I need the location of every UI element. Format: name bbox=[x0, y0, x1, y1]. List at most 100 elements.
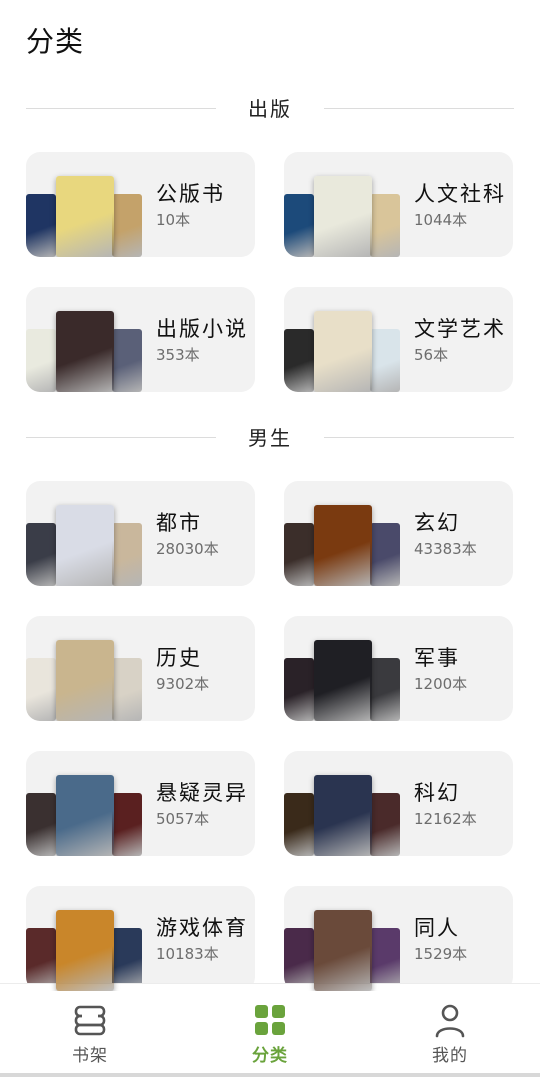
category-name: 军事 bbox=[414, 646, 460, 670]
category-name: 游戏体育 bbox=[156, 916, 248, 940]
category-name: 人文社科 bbox=[414, 182, 506, 206]
nav-label: 分类 bbox=[252, 1046, 288, 1066]
book-covers bbox=[26, 152, 144, 257]
category-grid-icon bbox=[255, 1005, 285, 1035]
book-cover bbox=[314, 640, 372, 721]
category-count: 56本 bbox=[414, 346, 449, 364]
category-name: 都市 bbox=[156, 511, 202, 535]
category-name: 悬疑灵异 bbox=[156, 781, 248, 805]
category-count: 28030本 bbox=[156, 540, 219, 558]
category-name: 玄幻 bbox=[414, 511, 460, 535]
book-covers bbox=[284, 287, 402, 392]
category-card[interactable]: 文学艺术 56本 bbox=[284, 287, 513, 392]
book-cover bbox=[370, 793, 400, 856]
book-cover bbox=[26, 194, 56, 257]
nav-label: 书架 bbox=[72, 1046, 108, 1066]
book-cover bbox=[56, 311, 114, 392]
divider-right bbox=[324, 108, 514, 109]
category-card[interactable]: 人文社科 1044本 bbox=[284, 152, 513, 257]
category-card[interactable]: 同人 1529本 bbox=[284, 886, 513, 991]
book-cover bbox=[370, 523, 400, 586]
page-title: 分类 bbox=[26, 25, 85, 58]
category-count: 43383本 bbox=[414, 540, 477, 558]
category-count: 1044本 bbox=[414, 211, 468, 229]
category-name: 科幻 bbox=[414, 781, 460, 805]
book-covers bbox=[26, 751, 144, 856]
book-cover bbox=[112, 658, 142, 721]
section-header-publish: 出版 bbox=[26, 93, 514, 123]
category-card[interactable]: 出版小说 353本 bbox=[26, 287, 255, 392]
bookshelf-icon bbox=[74, 1005, 106, 1036]
category-name: 历史 bbox=[156, 646, 202, 670]
book-cover bbox=[26, 793, 56, 856]
book-cover bbox=[112, 523, 142, 586]
divider-right bbox=[324, 437, 514, 438]
book-covers bbox=[284, 481, 402, 586]
nav-label: 我的 bbox=[432, 1046, 468, 1066]
book-cover bbox=[112, 928, 142, 991]
book-cover bbox=[112, 329, 142, 392]
category-count: 10183本 bbox=[156, 945, 219, 963]
book-cover bbox=[56, 505, 114, 586]
category-card[interactable]: 军事 1200本 bbox=[284, 616, 513, 721]
category-name: 出版小说 bbox=[156, 317, 248, 341]
book-cover bbox=[284, 928, 314, 991]
book-covers bbox=[26, 886, 144, 991]
book-cover bbox=[26, 658, 56, 721]
category-count: 12162本 bbox=[414, 810, 477, 828]
category-card[interactable]: 科幻 12162本 bbox=[284, 751, 513, 856]
book-covers bbox=[284, 152, 402, 257]
book-covers bbox=[26, 616, 144, 721]
home-indicator bbox=[0, 1073, 540, 1077]
book-cover bbox=[284, 793, 314, 856]
book-cover bbox=[314, 775, 372, 856]
category-name: 文学艺术 bbox=[414, 317, 506, 341]
category-card[interactable]: 公版书 10本 bbox=[26, 152, 255, 257]
book-cover bbox=[284, 658, 314, 721]
book-cover bbox=[112, 793, 142, 856]
book-cover bbox=[56, 910, 114, 991]
category-card[interactable]: 玄幻 43383本 bbox=[284, 481, 513, 586]
book-cover bbox=[314, 505, 372, 586]
book-cover bbox=[284, 329, 314, 392]
book-cover bbox=[56, 775, 114, 856]
book-cover bbox=[370, 928, 400, 991]
category-count: 353本 bbox=[156, 346, 200, 364]
book-covers bbox=[284, 751, 402, 856]
category-count: 10本 bbox=[156, 211, 191, 229]
book-cover bbox=[112, 194, 142, 257]
category-card[interactable]: 都市 28030本 bbox=[26, 481, 255, 586]
category-name: 同人 bbox=[414, 916, 460, 940]
category-count: 1529本 bbox=[414, 945, 468, 963]
section-header-male: 男生 bbox=[26, 422, 514, 452]
book-cover bbox=[370, 329, 400, 392]
book-cover bbox=[314, 176, 372, 257]
book-cover bbox=[26, 329, 56, 392]
book-cover bbox=[314, 311, 372, 392]
nav-tab-profile[interactable]: 我的 bbox=[360, 984, 540, 1077]
book-covers bbox=[284, 886, 402, 991]
book-cover bbox=[370, 658, 400, 721]
book-cover bbox=[26, 523, 56, 586]
book-cover bbox=[26, 928, 56, 991]
bottom-nav: 书架 分类 我的 bbox=[0, 983, 540, 1077]
book-cover bbox=[314, 910, 372, 991]
book-cover bbox=[370, 194, 400, 257]
book-cover bbox=[284, 194, 314, 257]
category-name: 公版书 bbox=[156, 182, 225, 206]
nav-tab-category[interactable]: 分类 bbox=[180, 984, 360, 1077]
profile-icon bbox=[435, 1004, 465, 1038]
category-count: 5057本 bbox=[156, 810, 210, 828]
book-covers bbox=[26, 287, 144, 392]
category-count: 1200本 bbox=[414, 675, 468, 693]
book-covers bbox=[26, 481, 144, 586]
category-card[interactable]: 历史 9302本 bbox=[26, 616, 255, 721]
category-card[interactable]: 游戏体育 10183本 bbox=[26, 886, 255, 991]
book-cover bbox=[284, 523, 314, 586]
book-cover bbox=[56, 176, 114, 257]
book-covers bbox=[284, 616, 402, 721]
category-card[interactable]: 悬疑灵异 5057本 bbox=[26, 751, 255, 856]
nav-tab-bookshelf[interactable]: 书架 bbox=[0, 984, 180, 1077]
book-cover bbox=[56, 640, 114, 721]
category-count: 9302本 bbox=[156, 675, 210, 693]
